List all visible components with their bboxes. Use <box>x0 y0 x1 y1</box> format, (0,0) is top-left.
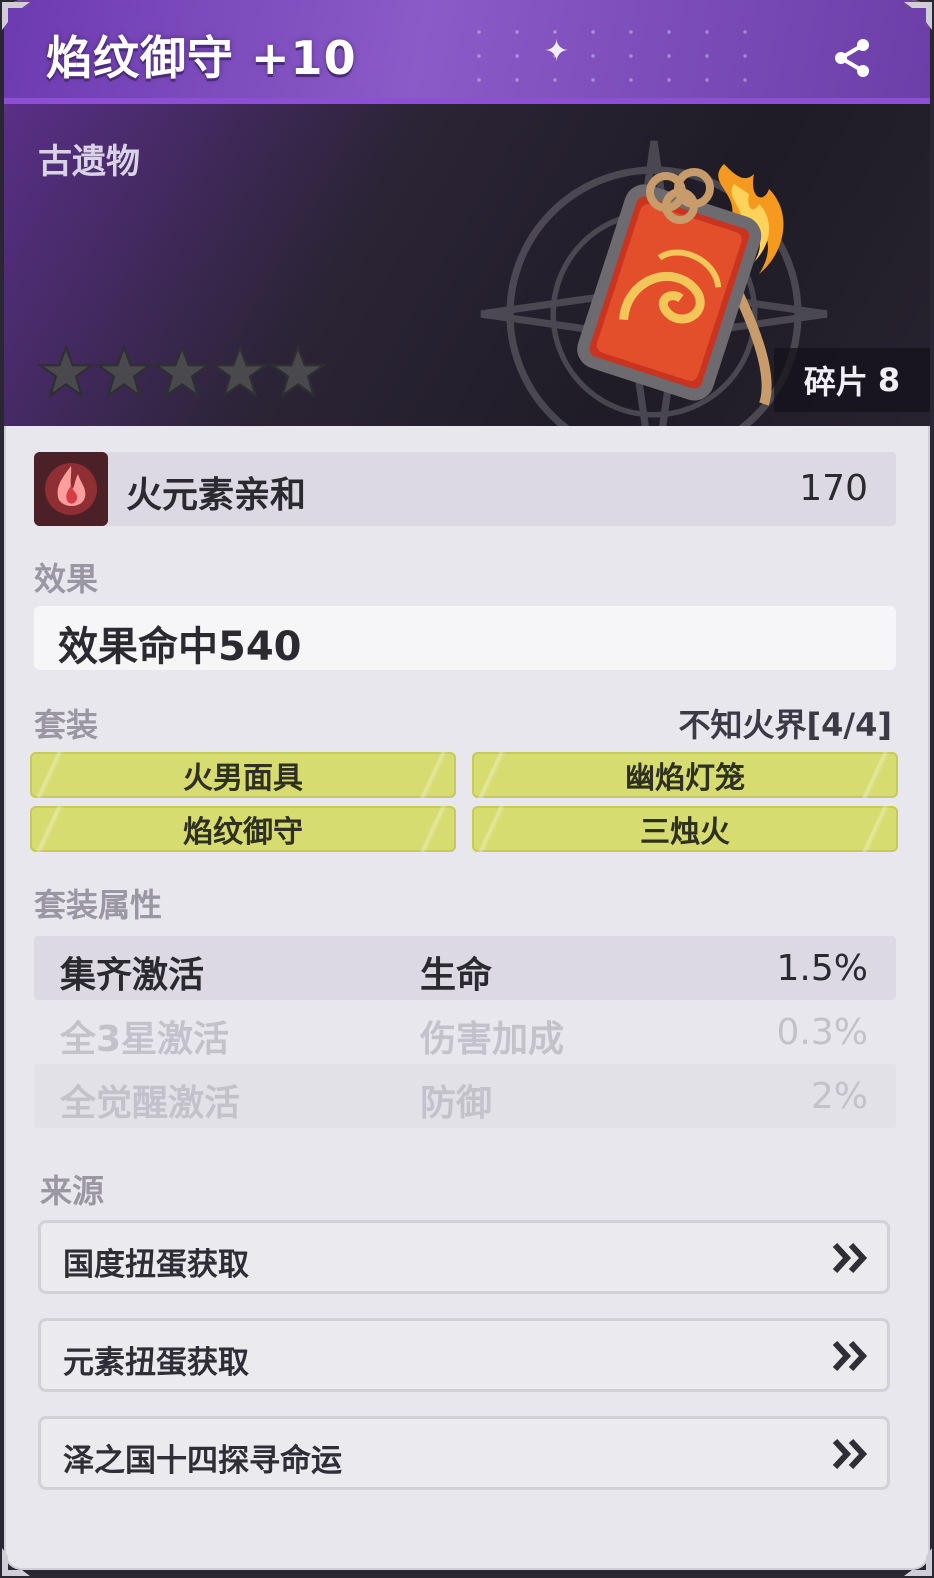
attr-stat: 生命 <box>420 955 493 996</box>
effect-box: 效果命中540 <box>34 606 896 670</box>
set-piece-button[interactable]: 火男面具 <box>30 752 456 798</box>
attr-condition: 集齐激活 <box>60 955 205 996</box>
corner-ornament-icon <box>2 1548 30 1576</box>
affinity-name: 火元素亲和 <box>126 475 307 516</box>
relic-hero-panel: 古遗物 碎片 8 <box>4 104 930 426</box>
relic-detail-card: 焰纹御守 +10 ✦ 古遗物 碎片 8 火元素亲和 170 效果 效果命中540… <box>4 0 930 1570</box>
title-bar: 焰纹御守 +10 ✦ <box>4 0 930 100</box>
set-piece-button[interactable]: 三烛火 <box>472 806 898 852</box>
source-item-button[interactable]: 泽之国十四探寻命运 <box>38 1416 890 1490</box>
star-icon <box>38 344 94 399</box>
effect-section-label: 效果 <box>34 560 99 598</box>
attr-stat: 伤害加成 <box>420 1019 565 1060</box>
set-attributes-table: 集齐激活 生命 1.5% 全3星激活 伤害加成 0.3% 全觉醒激活 防御 2% <box>34 936 896 1128</box>
shard-label: 碎片 <box>803 363 868 401</box>
set-piece-button[interactable]: 焰纹御守 <box>30 806 456 852</box>
table-row: 全觉醒激活 防御 2% <box>34 1064 896 1128</box>
attr-condition: 全觉醒激活 <box>60 1083 241 1124</box>
source-item-label: 国度扭蛋获取 <box>63 1247 249 1283</box>
corner-ornament-icon <box>904 2 932 30</box>
corner-ornament-icon <box>2 2 30 30</box>
attr-value: 0.3% <box>776 1012 868 1053</box>
star-icon <box>270 344 326 399</box>
source-item-button[interactable]: 元素扭蛋获取 <box>38 1318 890 1392</box>
attr-stat: 防御 <box>420 1083 493 1124</box>
relic-category: 古遗物 <box>38 142 140 182</box>
fire-element-icon <box>34 452 108 526</box>
star-rating <box>38 344 326 400</box>
attr-value: 2% <box>810 1076 868 1117</box>
sparkle-icon: ✦ <box>544 34 570 69</box>
source-item-button[interactable]: 国度扭蛋获取 <box>38 1220 890 1294</box>
star-icon <box>154 344 210 399</box>
table-row: 集齐激活 生命 1.5% <box>34 936 896 1000</box>
star-icon <box>96 344 152 399</box>
starfield-decoration <box>460 20 760 90</box>
effect-text: 效果命中540 <box>58 624 302 670</box>
share-icon[interactable] <box>830 36 874 80</box>
affinity-value: 170 <box>799 468 868 509</box>
double-chevron-right-icon <box>832 1242 868 1274</box>
shard-count-badge: 碎片 8 <box>774 348 930 412</box>
table-row: 全3星激活 伤害加成 0.3% <box>34 1000 896 1064</box>
source-item-label: 泽之国十四探寻命运 <box>63 1443 342 1479</box>
set-section-label: 套装 <box>34 706 99 744</box>
element-affinity-row: 火元素亲和 170 <box>34 452 896 526</box>
attr-value: 1.5% <box>776 948 868 989</box>
relic-omamori-image <box>577 164 784 406</box>
double-chevron-right-icon <box>832 1340 868 1372</box>
relic-title: 焰纹御守 +10 <box>46 31 357 85</box>
set-attributes-label: 套装属性 <box>34 886 163 924</box>
corner-ornament-icon <box>904 1548 932 1576</box>
double-chevron-right-icon <box>832 1438 868 1470</box>
source-item-label: 元素扭蛋获取 <box>63 1345 249 1381</box>
set-name: 不知火界[4/4] <box>678 706 892 744</box>
attr-condition: 全3星激活 <box>60 1019 230 1060</box>
shard-value: 8 <box>877 361 901 399</box>
star-icon <box>212 344 268 399</box>
source-section-label: 来源 <box>40 1172 105 1210</box>
set-piece-button[interactable]: 幽焰灯笼 <box>472 752 898 798</box>
